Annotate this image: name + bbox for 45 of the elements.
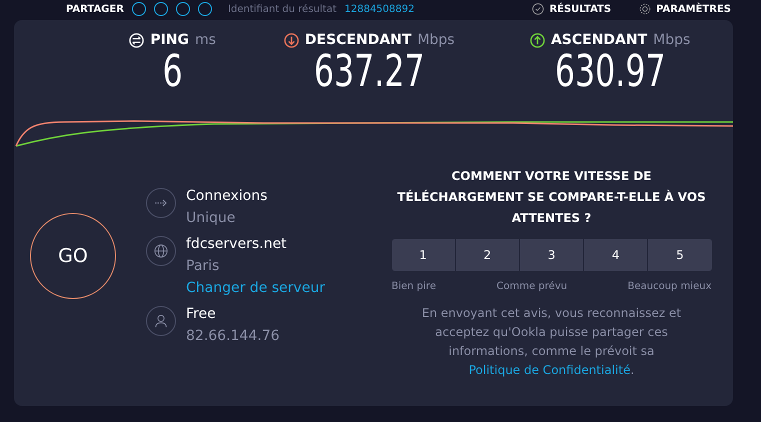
metric-label: ASCENDANT xyxy=(550,32,648,48)
info-subtitle: 82.66.144.76 xyxy=(186,328,280,344)
metric-label: DESCENDANT xyxy=(304,32,412,48)
share-icon[interactable] xyxy=(154,2,168,16)
arrow-icon xyxy=(154,199,168,207)
metric-value: 637.27 xyxy=(314,48,425,96)
metric-label: PING xyxy=(150,32,190,48)
privacy-policy-link[interactable]: Politique de Confidentialité xyxy=(468,363,630,377)
info-subtitle: Paris xyxy=(186,258,220,274)
check-icon xyxy=(532,3,544,15)
info-title: Free xyxy=(186,306,217,322)
share-icon[interactable] xyxy=(176,2,190,16)
person-icon xyxy=(154,314,168,328)
metric-unit: Mbps xyxy=(417,32,455,48)
globe-icon xyxy=(154,244,168,258)
rating-option[interactable]: 5 xyxy=(648,239,712,271)
share-label: PARTAGER xyxy=(66,4,124,14)
info-subtitle: Unique xyxy=(186,210,236,226)
scale-label: Comme prévu xyxy=(496,281,568,292)
share-icon[interactable] xyxy=(132,2,146,16)
info-title: Connexions xyxy=(186,188,268,204)
settings-link[interactable]: PARAMÈTRES xyxy=(639,3,731,15)
info-title: fdcservers.net xyxy=(186,236,288,252)
rating-option[interactable]: 2 xyxy=(456,239,519,271)
results-link[interactable]: RÉSULTATS xyxy=(532,3,612,15)
survey-question: COMMENT VOTRE VITESSE DE TÉLÉCHARGEMENT SE COMPARE-T-ELLE À VOS ATTENTES ? xyxy=(396,168,707,227)
ping-icon xyxy=(129,32,144,48)
metric-unit: Mbps xyxy=(653,32,690,48)
settings-icon xyxy=(639,3,652,15)
change-server-link[interactable]: Changer de serveur xyxy=(186,280,325,296)
rating-option[interactable]: 1 xyxy=(392,239,455,271)
metric-value: 630.97 xyxy=(554,48,666,96)
go-button[interactable]: GO xyxy=(30,213,116,299)
result-id-link[interactable]: 12884508892 xyxy=(344,4,414,14)
rating-option[interactable]: 4 xyxy=(584,239,648,271)
download-icon xyxy=(284,32,299,48)
upload-icon xyxy=(530,32,545,48)
result-label: Identifiant du résultat xyxy=(228,4,336,14)
metric-unit: ms xyxy=(195,32,216,48)
rating-option[interactable]: 3 xyxy=(520,239,584,271)
share-icon[interactable] xyxy=(198,2,212,16)
disclaimer-text: En envoyant cet avis, vous reconnaissez et acceptez qu'Ookla puisse partager ces informations, comme le prévoit sa Politique de Confidentialité. xyxy=(420,305,682,379)
scale-label: Bien pire xyxy=(392,281,436,292)
metric-value: 6 xyxy=(162,48,183,96)
scale-label: Beaucoup mieux xyxy=(628,281,712,292)
